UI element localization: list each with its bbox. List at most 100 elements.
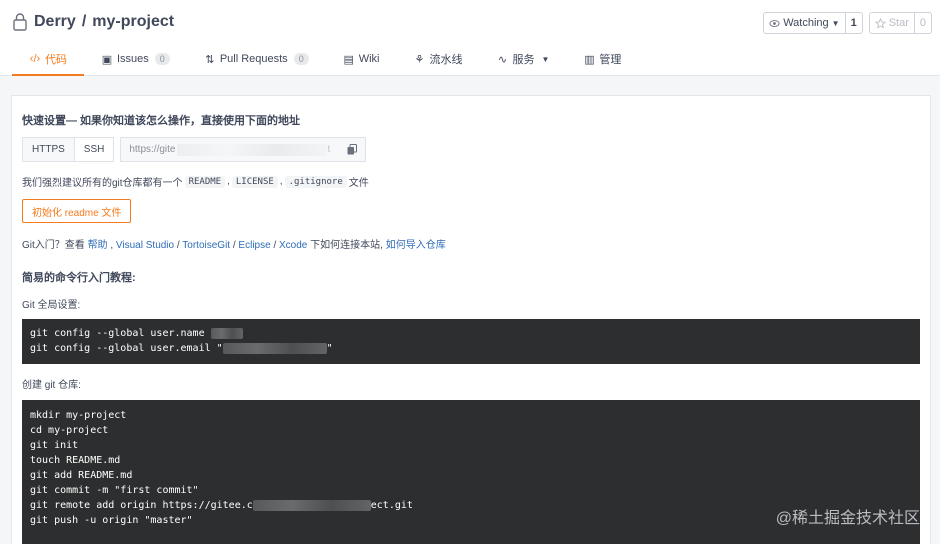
intro-slash: / [232,240,236,251]
gitignore-file-tag: .gitignore [284,175,347,188]
code-line: git config --global user.email " " [30,341,912,356]
code-text: git config --global user.name [30,328,211,339]
readme-file-tag: README [184,175,226,188]
https-toggle[interactable]: HTTPS [22,137,75,162]
create-repo-label: 创建 git 仓库: [22,380,81,391]
license-file-tag: LICENSE [231,175,278,188]
code-text: git push -u origin "master" [30,515,193,526]
star-button-group: Star 0 [868,12,932,34]
code-line: git config --global user.name [30,326,912,341]
wiki-icon: ▤ [343,53,354,66]
code-line: cd my-project [30,423,912,438]
watch-button-group: Watching ▼ 1 [763,12,863,34]
pull-requests-count-badge: 0 [293,53,309,65]
repo-title: Derry / my-project [12,12,174,32]
star-count[interactable]: 0 [913,13,931,33]
code-icon: ‹/› [29,53,41,65]
code-line: touch README.md [30,453,912,468]
repo-separator: / [81,13,87,30]
tab-pipeline[interactable]: ⚘ 流水线 [396,42,479,76]
global-settings-label: Git 全局设置: [22,300,81,311]
copy-icon[interactable] [347,144,358,155]
suggest-suffix: 文件 [348,178,369,189]
repo-actions: Watching ▼ 1 Star 0 [763,12,932,34]
repo-header: Derry / my-project Watching ▼ 1 Star 0 ‹… [0,0,940,76]
tortoisegit-link[interactable]: TortoiseGit [182,240,230,251]
code-line: git init [30,438,912,453]
code-text: " [326,343,333,354]
intro-prefix: Git入门？查看 [22,240,85,251]
git-intro-text: Git入门？查看 帮助 , Visual Studio / TortoiseGi… [22,236,446,251]
issues-count-badge: 0 [154,53,170,65]
xcode-link[interactable]: Xcode [279,240,307,251]
clone-url-row: HTTPS SSH https://gite t [22,137,367,162]
code-text: git init [30,440,79,451]
repo-tabs: ‹/› 代码 ▣ Issues 0 ⇅ Pull Requests 0 ▤ Wi… [12,42,638,76]
code-line: git add README.md [30,468,912,483]
issues-icon: ▣ [101,53,113,66]
code-text: cd my-project [30,425,109,436]
tab-label: 管理 [599,54,622,66]
init-readme-button[interactable]: 初始化 readme 文件 [22,199,132,223]
star-button[interactable]: Star [870,13,914,33]
tab-label: 流水线 [429,54,463,66]
help-link[interactable]: 帮助 [88,240,108,251]
manage-icon: ▥ [584,53,595,66]
service-icon: ∿ [497,53,508,66]
visual-studio-link[interactable]: Visual Studio [116,240,174,251]
code-text: mkdir my-project [30,410,127,421]
star-label: Star [888,17,909,29]
ssh-toggle[interactable]: SSH [74,137,115,162]
clone-url-suffix: t [327,144,331,155]
tab-service[interactable]: ∿ 服务 ▼ [479,42,566,76]
star-icon [874,17,886,28]
caret-down-icon: ▼ [541,54,550,64]
tab-pull-requests[interactable]: ⇅ Pull Requests 0 [187,42,326,76]
intro-sep: , [110,240,114,251]
pipeline-icon: ⚘ [414,53,425,66]
comma: , [227,176,230,187]
tab-issues[interactable]: ▣ Issues 0 [84,42,187,76]
watch-count[interactable]: 1 [844,13,862,33]
tab-wiki[interactable]: ▤ Wiki [326,42,397,76]
eclipse-link[interactable]: Eclipse [238,240,270,251]
redacted-url [177,143,328,156]
comma: , [279,176,283,187]
code-text: git commit -m "first commit" [30,485,199,496]
tab-label: 代码 [45,54,67,66]
code-text: git config --global user.email " [30,343,223,354]
lock-icon [13,13,27,31]
suggest-prefix: 我们强烈建议所有的git仓库都有一个 [22,178,183,189]
import-repo-link[interactable]: 如何导入仓库 [386,240,446,251]
repo-name-link[interactable]: my-project [92,13,174,31]
intro-slash: / [273,240,277,251]
tab-manage[interactable]: ▥ 管理 [566,42,638,76]
intro-slash: / [176,240,180,251]
tab-code[interactable]: ‹/› 代码 [12,42,84,76]
redacted-username [210,328,243,339]
global-settings-code: git config --global user.name git config… [22,319,920,364]
tab-label: 服务 [512,54,535,66]
code-text: git add README.md [30,470,133,481]
code-text: ect.git [370,500,413,511]
redacted-email [222,343,327,354]
code-text: touch README.md [30,455,121,466]
eye-icon [769,19,780,27]
tab-label: Pull Requests [219,53,288,65]
repo-owner-link[interactable]: Derry [34,13,76,31]
watch-button[interactable]: Watching ▼ [764,13,844,33]
intro-middle: 下如何连接本站, [310,240,383,251]
redacted-remote-url [252,500,371,511]
clone-url-input[interactable]: https://gite t [120,137,367,162]
quick-setup-title: 快速设置— 如果你知道该怎么操作，直接使用下面的地址 [22,115,301,127]
tab-label: Wiki [358,53,380,65]
tab-label: Issues [117,53,149,65]
watermark: @稀土掘金技术社区 [775,510,920,527]
watch-label: Watching [783,17,829,29]
code-line: mkdir my-project [30,408,912,423]
code-line: git commit -m "first commit" [30,483,912,498]
caret-down-icon: ▼ [831,18,840,28]
suggest-files-text: 我们强烈建议所有的git仓库都有一个 README , LICENSE , .g… [22,174,369,189]
cli-tutorial-title: 简易的命令行入门教程: [22,272,136,284]
clone-url-prefix: https://gite [129,144,176,155]
